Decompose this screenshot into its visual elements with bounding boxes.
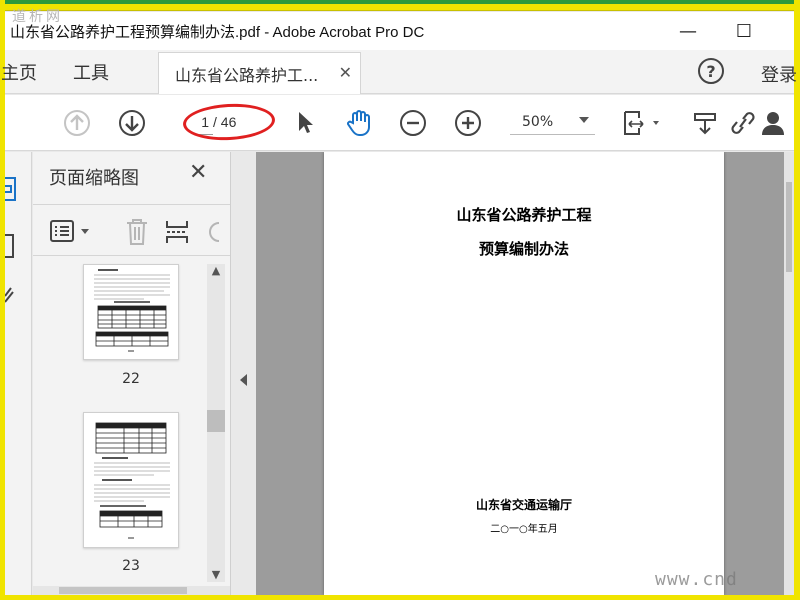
scroll-up-icon[interactable]: ▲ (207, 264, 225, 280)
thumbnail-page-23[interactable] (83, 412, 179, 548)
zoom-in-icon[interactable] (452, 107, 484, 139)
link-icon[interactable] (727, 107, 759, 139)
minimize-icon: — (679, 20, 697, 42)
rotate-icon[interactable] (205, 219, 230, 249)
login-button[interactable]: 登录 (761, 61, 797, 87)
frame-right (794, 0, 800, 600)
minimize-button[interactable]: — (665, 12, 711, 50)
thumbnail-page-number: 23 (122, 558, 140, 574)
collapse-arrow-icon (240, 374, 247, 386)
thumbnail-options-icon[interactable] (49, 219, 97, 249)
previous-page-icon[interactable] (61, 107, 93, 139)
document-title-line1: 山东省公路养护工程 (456, 206, 592, 224)
maximize-icon: ☐ (735, 20, 753, 42)
window-title: 山东省公路养护工程预算编制办法.pdf - Adobe Acrobat Pro … (10, 23, 425, 41)
tab-close-icon[interactable]: ✕ (339, 63, 352, 82)
frame-bottom (0, 595, 800, 600)
document-title-line2: 预算编制办法 (478, 240, 569, 258)
document-page: 山东省公路养护工程 预算编制办法 山东省交通运输厅 二○一○年五月 (324, 152, 724, 595)
user-icon[interactable] (757, 107, 789, 139)
select-cursor-icon[interactable] (289, 107, 321, 139)
navigation-rail (4, 152, 32, 595)
help-icon[interactable]: ? (698, 58, 724, 84)
scroll-down-icon[interactable]: ▼ (207, 568, 225, 584)
watermark-top: 道析网 (12, 9, 63, 25)
document-scroll-thumb[interactable] (786, 182, 792, 272)
hand-tool-icon[interactable] (343, 107, 375, 139)
thumbnail-page-number: 22 (122, 371, 140, 387)
bookmarks-icon[interactable] (5, 232, 17, 264)
zoom-value: 50% (522, 113, 554, 130)
page-thumbnails-icon[interactable] (5, 174, 19, 208)
panel-title: 页面缩略图 (49, 168, 139, 189)
thumbnail-hscrollbar[interactable] (33, 586, 230, 595)
tab-tools[interactable]: 工具 (60, 50, 122, 94)
trash-icon[interactable] (123, 217, 151, 251)
toolbar: / 46 50% (5, 95, 794, 151)
zoom-dropdown[interactable]: 50% (510, 109, 595, 135)
scroll-mode-icon[interactable] (689, 107, 721, 139)
panel-toolbar (33, 204, 230, 256)
thumbnail-hscroll-thumb[interactable] (59, 587, 187, 594)
watermark-bottom: www.cnd (655, 569, 738, 590)
tab-home-label: 主页 (1, 63, 37, 84)
maximize-button[interactable]: ☐ (721, 12, 767, 50)
zoom-out-icon[interactable] (397, 107, 429, 139)
tab-tools-label: 工具 (73, 63, 109, 84)
next-page-icon[interactable] (116, 107, 148, 139)
chevron-down-icon (579, 117, 589, 123)
attachments-icon[interactable] (4, 284, 17, 314)
tab-document[interactable]: 山东省公路养护工... ✕ (158, 52, 361, 94)
highlight-oval (182, 101, 276, 143)
page-display-icon[interactable] (619, 107, 663, 139)
frame-accent-strip (0, 0, 800, 4)
document-date: 二○一○年五月 (490, 524, 558, 535)
tab-bar: 主页 工具 山东省公路养护工... ✕ ? 登录 (1, 50, 797, 94)
thumbnail-page-22[interactable] (83, 264, 179, 360)
thumbnail-panel: 页面缩略图 ✕ 22 23 ▲ ▼ (33, 152, 231, 595)
panel-close-icon[interactable]: ✕ (189, 160, 207, 185)
insert-page-icon[interactable] (163, 217, 191, 251)
document-scrollbar[interactable] (784, 152, 794, 595)
document-viewer[interactable]: 山东省公路养护工程 预算编制办法 山东省交通运输厅 二○一○年五月 (256, 152, 794, 595)
panel-collapse-handle[interactable] (232, 152, 256, 595)
tab-document-label: 山东省公路养护工... (175, 65, 319, 85)
thumbnail-scroll-thumb[interactable] (207, 410, 225, 432)
document-organization: 山东省交通运输厅 (475, 498, 572, 512)
tab-home[interactable]: 主页 (1, 50, 53, 94)
title-bar: 山东省公路养护工程预算编制办法.pdf - Adobe Acrobat Pro … (5, 12, 794, 50)
